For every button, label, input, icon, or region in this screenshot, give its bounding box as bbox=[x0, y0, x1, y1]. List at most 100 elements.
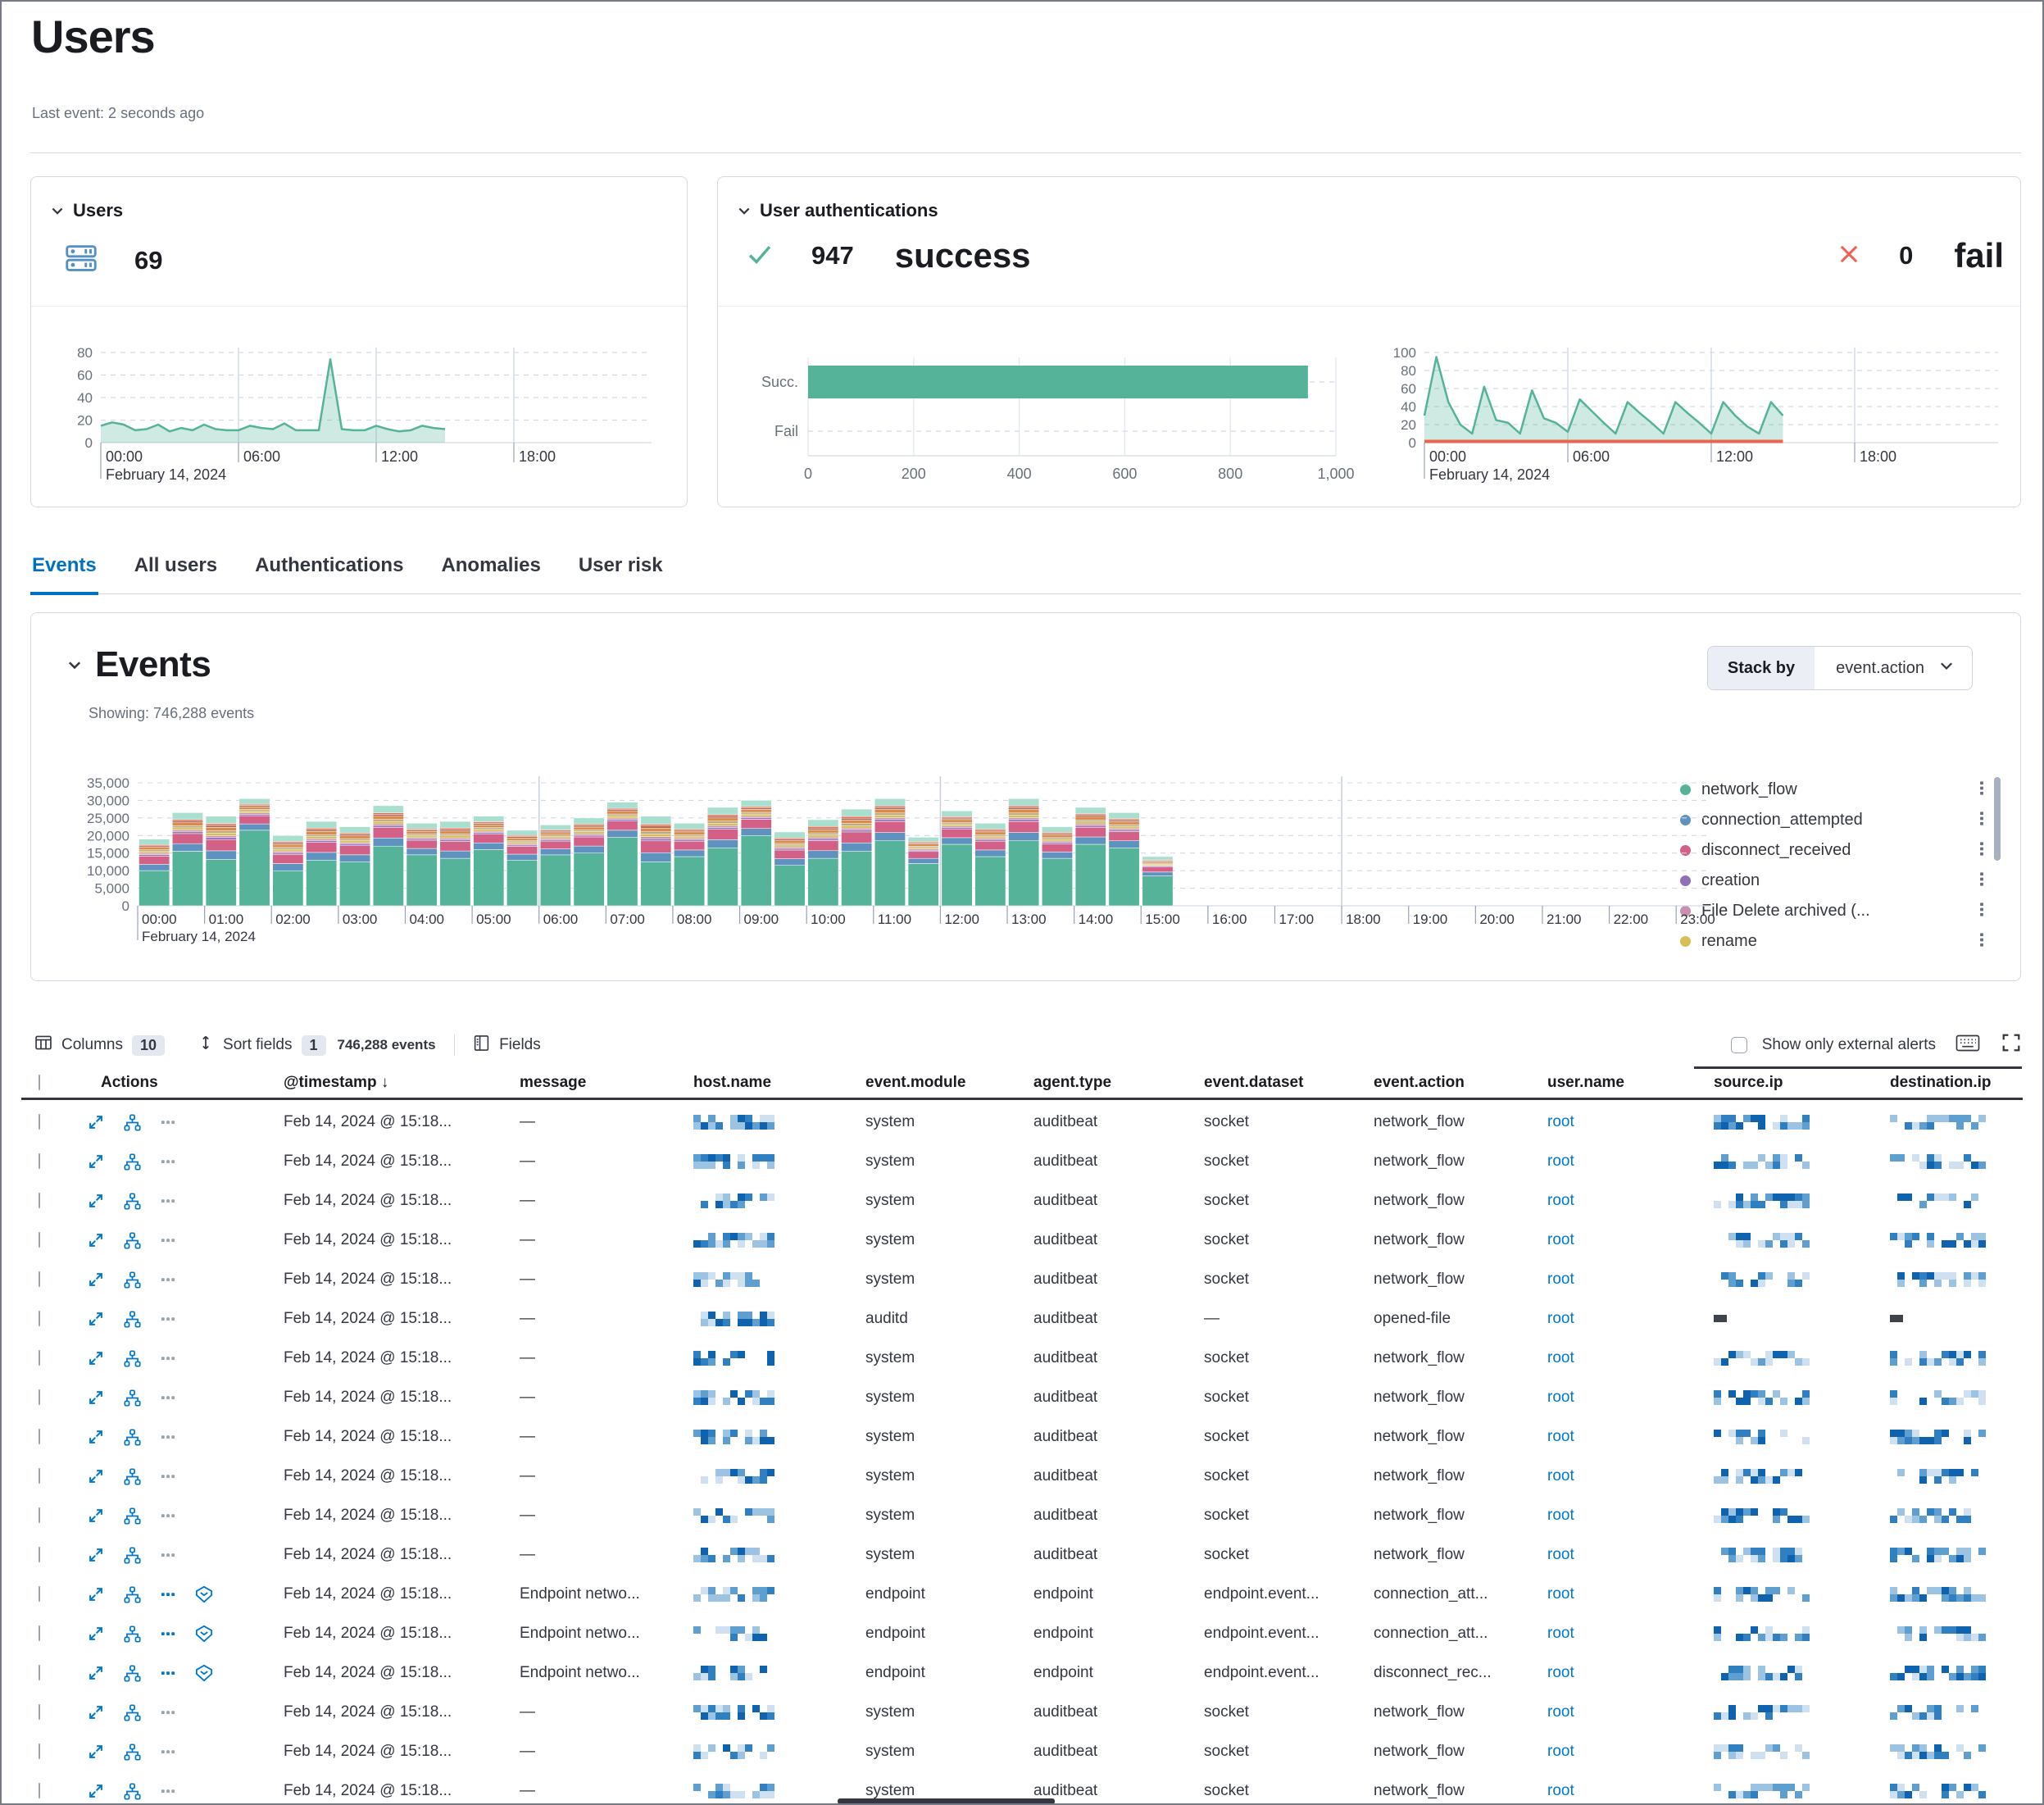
analyze-event-icon[interactable] bbox=[124, 1232, 141, 1249]
cell-host-name[interactable] bbox=[674, 1625, 846, 1643]
cell-user-name[interactable]: root bbox=[1528, 1389, 1694, 1407]
cell-host-name[interactable] bbox=[674, 1310, 846, 1328]
column-header-message[interactable]: message bbox=[500, 1074, 674, 1092]
cell-event-dataset[interactable]: socket bbox=[1184, 1782, 1354, 1800]
auth-panel-collapse-chevron-icon[interactable] bbox=[736, 202, 752, 219]
analyze-event-icon[interactable] bbox=[124, 1507, 141, 1525]
cell-destination-ip[interactable] bbox=[1870, 1467, 2023, 1485]
cell-agent-type[interactable]: auditbeat bbox=[1014, 1153, 1184, 1171]
analyze-event-icon[interactable] bbox=[124, 1468, 141, 1485]
cell-host-name[interactable] bbox=[674, 1113, 846, 1131]
cell-destination-ip[interactable] bbox=[1870, 1113, 2023, 1131]
cell-source-ip[interactable] bbox=[1694, 1389, 1870, 1407]
cell-agent-type[interactable]: auditbeat bbox=[1014, 1192, 1184, 1210]
cell-timestamp[interactable]: Feb 14, 2024 @ 15:18... bbox=[264, 1743, 500, 1761]
expand-event-icon[interactable] bbox=[88, 1783, 104, 1799]
cell-source-ip[interactable] bbox=[1694, 1113, 1870, 1131]
cell-event-module[interactable]: system bbox=[846, 1782, 1014, 1800]
cell-event-dataset[interactable]: socket bbox=[1184, 1113, 1354, 1131]
legend-item-network_flow[interactable]: network_flow bbox=[1680, 775, 1987, 805]
cell-user-name[interactable]: root bbox=[1528, 1113, 1694, 1131]
column-header-Actions[interactable]: Actions bbox=[74, 1074, 264, 1092]
cell-event-dataset[interactable]: endpoint.event... bbox=[1184, 1625, 1354, 1643]
row-checkbox[interactable] bbox=[39, 1744, 40, 1759]
cell-user-name[interactable]: root bbox=[1528, 1231, 1694, 1249]
cell-message[interactable]: — bbox=[500, 1271, 674, 1289]
legend-item-rename[interactable]: rename bbox=[1680, 926, 1987, 951]
legend-scrollbar[interactable] bbox=[1994, 777, 2001, 861]
expand-event-icon[interactable] bbox=[88, 1625, 104, 1642]
row-checkbox[interactable] bbox=[39, 1783, 40, 1798]
cell-event-action[interactable]: network_flow bbox=[1354, 1546, 1528, 1564]
cell-message[interactable]: — bbox=[500, 1782, 674, 1800]
cell-agent-type[interactable]: endpoint bbox=[1014, 1585, 1184, 1603]
cell-user-name[interactable]: root bbox=[1528, 1703, 1694, 1721]
cell-host-name[interactable] bbox=[674, 1349, 846, 1367]
row-checkbox[interactable] bbox=[39, 1547, 40, 1562]
cell-event-action[interactable]: network_flow bbox=[1354, 1271, 1528, 1289]
cell-event-action[interactable]: network_flow bbox=[1354, 1743, 1528, 1761]
cell-destination-ip[interactable] bbox=[1870, 1192, 2023, 1210]
cell-message[interactable]: — bbox=[500, 1192, 674, 1210]
cell-event-action[interactable]: network_flow bbox=[1354, 1349, 1528, 1367]
cell-destination-ip[interactable] bbox=[1870, 1546, 2023, 1564]
row-checkbox[interactable] bbox=[39, 1350, 40, 1366]
cell-agent-type[interactable]: auditbeat bbox=[1014, 1310, 1184, 1328]
analyze-event-icon[interactable] bbox=[124, 1193, 141, 1210]
column-header-event-dataset[interactable]: event.dataset bbox=[1184, 1074, 1354, 1092]
more-actions-icon[interactable] bbox=[161, 1469, 175, 1484]
cell-host-name[interactable] bbox=[674, 1389, 846, 1407]
analyze-event-icon[interactable] bbox=[124, 1429, 141, 1446]
cell-destination-ip[interactable] bbox=[1870, 1625, 2023, 1643]
cell-host-name[interactable] bbox=[674, 1231, 846, 1249]
expand-event-icon[interactable] bbox=[88, 1744, 104, 1760]
cell-source-ip[interactable] bbox=[1694, 1153, 1870, 1171]
cell-event-dataset[interactable]: socket bbox=[1184, 1153, 1354, 1171]
cell-source-ip[interactable] bbox=[1694, 1310, 1870, 1328]
more-actions-icon[interactable] bbox=[161, 1430, 175, 1444]
events-collapse-chevron-icon[interactable] bbox=[66, 656, 84, 674]
cell-agent-type[interactable]: auditbeat bbox=[1014, 1271, 1184, 1289]
cell-message[interactable]: — bbox=[500, 1231, 674, 1249]
cell-event-dataset[interactable]: socket bbox=[1184, 1428, 1354, 1446]
column-header-agent-type[interactable]: agent.type bbox=[1014, 1074, 1184, 1092]
row-checkbox[interactable] bbox=[39, 1311, 40, 1326]
cell-timestamp[interactable]: Feb 14, 2024 @ 15:18... bbox=[264, 1113, 500, 1131]
cell-event-dataset[interactable]: endpoint.event... bbox=[1184, 1585, 1354, 1603]
cell-event-module[interactable]: system bbox=[846, 1546, 1014, 1564]
cell-source-ip[interactable] bbox=[1694, 1349, 1870, 1367]
tab-authentications[interactable]: Authentications bbox=[253, 546, 405, 593]
cell-user-name[interactable]: root bbox=[1528, 1310, 1694, 1328]
cell-event-dataset[interactable]: socket bbox=[1184, 1546, 1354, 1564]
analyze-event-icon[interactable] bbox=[124, 1704, 141, 1721]
more-actions-icon[interactable] bbox=[161, 1508, 175, 1523]
cell-destination-ip[interactable] bbox=[1870, 1349, 2023, 1367]
cell-timestamp[interactable]: Feb 14, 2024 @ 15:18... bbox=[264, 1467, 500, 1485]
cell-destination-ip[interactable] bbox=[1870, 1585, 2023, 1603]
cell-timestamp[interactable]: Feb 14, 2024 @ 15:18... bbox=[264, 1349, 500, 1367]
expand-event-icon[interactable] bbox=[88, 1311, 104, 1327]
legend-item-connection_attempted[interactable]: connection_attempted bbox=[1680, 805, 1987, 835]
keyboard-icon[interactable] bbox=[1955, 1034, 1980, 1057]
cell-message[interactable]: — bbox=[500, 1703, 674, 1721]
row-checkbox[interactable] bbox=[39, 1429, 40, 1444]
cell-agent-type[interactable]: auditbeat bbox=[1014, 1743, 1184, 1761]
cell-timestamp[interactable]: Feb 14, 2024 @ 15:18... bbox=[264, 1389, 500, 1407]
stack-by-select[interactable]: Stack by event.action bbox=[1707, 646, 1973, 690]
cell-user-name[interactable]: root bbox=[1528, 1625, 1694, 1643]
cell-source-ip[interactable] bbox=[1694, 1271, 1870, 1289]
analyze-event-icon[interactable] bbox=[124, 1389, 141, 1407]
tab-anomalies[interactable]: Anomalies bbox=[439, 546, 542, 593]
cell-destination-ip[interactable] bbox=[1870, 1782, 2023, 1800]
cell-destination-ip[interactable] bbox=[1870, 1507, 2023, 1525]
cell-destination-ip[interactable] bbox=[1870, 1153, 2023, 1171]
cell-agent-type[interactable]: endpoint bbox=[1014, 1664, 1184, 1682]
cell-source-ip[interactable] bbox=[1694, 1703, 1870, 1721]
fields-button[interactable]: Fields bbox=[473, 1034, 541, 1057]
analyze-event-icon[interactable] bbox=[124, 1665, 141, 1682]
cell-destination-ip[interactable] bbox=[1870, 1743, 2023, 1761]
analyze-event-icon[interactable] bbox=[124, 1625, 141, 1643]
more-actions-icon[interactable] bbox=[161, 1233, 175, 1248]
cell-event-module[interactable]: system bbox=[846, 1231, 1014, 1249]
expand-event-icon[interactable] bbox=[88, 1429, 104, 1445]
